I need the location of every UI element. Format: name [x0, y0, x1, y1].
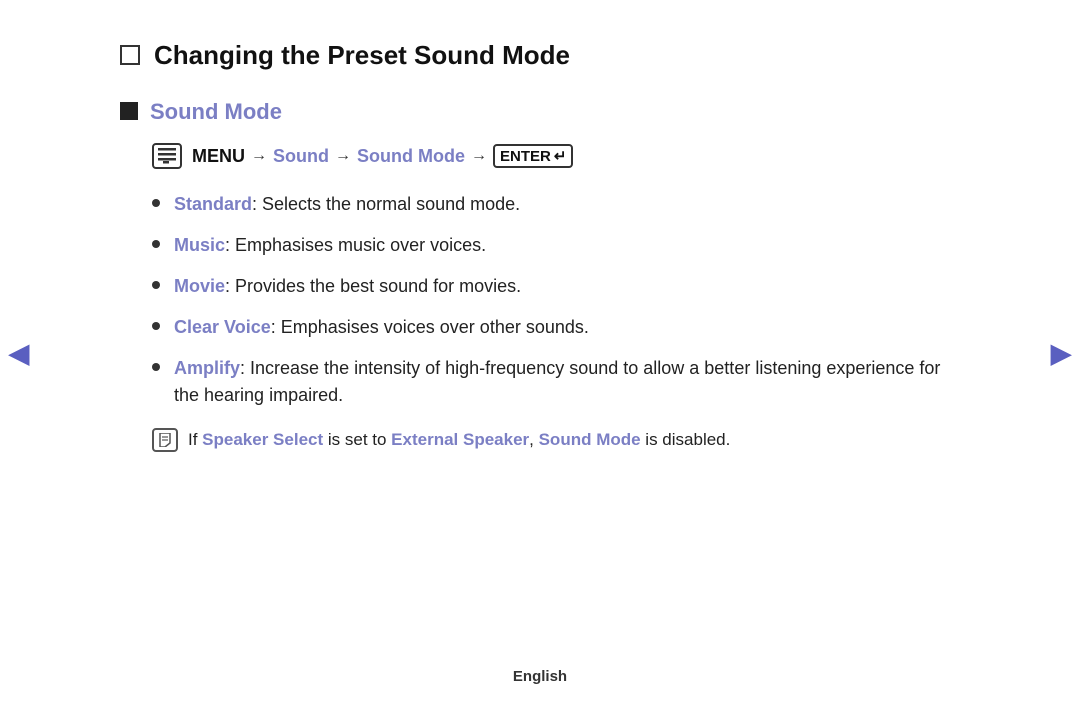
desc-amplify: : Increase the intensity of high-frequen… [174, 358, 940, 405]
note-text-middle: is set to [323, 430, 391, 449]
bullet-list: Standard: Selects the normal sound mode.… [152, 191, 960, 409]
menu-icon [152, 143, 182, 169]
section-title-text: Sound Mode [150, 99, 282, 125]
main-title-text: Changing the Preset Sound Mode [154, 40, 570, 71]
term-movie: Movie [174, 276, 225, 296]
enter-label: ENTER [500, 148, 551, 165]
bullet-dot [152, 322, 160, 330]
list-item: Music: Emphasises music over voices. [152, 232, 960, 259]
main-title: Changing the Preset Sound Mode [120, 40, 960, 71]
nav-arrow-left[interactable]: ◀ [8, 336, 30, 369]
note-text-comma: , [529, 430, 538, 449]
note-line: If Speaker Select is set to External Spe… [152, 427, 960, 453]
checkbox-icon [120, 45, 140, 65]
bullet-dot [152, 199, 160, 207]
note-speaker-select: Speaker Select [202, 430, 323, 449]
enter-return-symbol: ↵ [554, 147, 567, 165]
black-square-icon [120, 102, 138, 120]
desc-movie: : Provides the best sound for movies. [225, 276, 521, 296]
note-text: If Speaker Select is set to External Spe… [188, 427, 730, 453]
list-item-text: Movie: Provides the best sound for movie… [174, 273, 521, 300]
arrow-3: → [471, 147, 487, 165]
list-item: Movie: Provides the best sound for movie… [152, 273, 960, 300]
desc-standard: : Selects the normal sound mode. [252, 194, 520, 214]
arrow-1: → [251, 147, 267, 165]
desc-clear-voice: : Emphasises voices over other sounds. [271, 317, 589, 337]
page-content: Changing the Preset Sound Mode Sound Mod… [40, 0, 1040, 493]
nav-arrow-right[interactable]: ▶ [1050, 336, 1072, 369]
note-external-speaker: External Speaker [391, 430, 529, 449]
bullet-dot [152, 281, 160, 289]
footer-text: English [513, 668, 567, 685]
list-item: Clear Voice: Emphasises voices over othe… [152, 314, 960, 341]
sound-mode-link: Sound Mode [357, 146, 465, 167]
menu-label: MENU [192, 146, 245, 167]
bullet-dot [152, 363, 160, 371]
section-title: Sound Mode [120, 99, 960, 125]
arrow-2: → [335, 147, 351, 165]
sound-link: Sound [273, 146, 329, 167]
note-icon [152, 428, 178, 452]
term-clear-voice: Clear Voice [174, 317, 271, 337]
list-item-text: Music: Emphasises music over voices. [174, 232, 486, 259]
enter-icon: ENTER ↵ [493, 144, 573, 168]
note-text-after: is disabled. [641, 430, 731, 449]
desc-music: : Emphasises music over voices. [225, 235, 486, 255]
bullet-dot [152, 240, 160, 248]
list-item-text: Clear Voice: Emphasises voices over othe… [174, 314, 589, 341]
term-standard: Standard [174, 194, 252, 214]
list-item: Standard: Selects the normal sound mode. [152, 191, 960, 218]
footer: English [0, 668, 1080, 685]
list-item-text: Standard: Selects the normal sound mode. [174, 191, 520, 218]
list-item-text: Amplify: Increase the intensity of high-… [174, 355, 960, 409]
term-amplify: Amplify [174, 358, 240, 378]
term-music: Music [174, 235, 225, 255]
menu-line: MENU → Sound → Sound Mode → ENTER ↵ [152, 143, 960, 169]
list-item: Amplify: Increase the intensity of high-… [152, 355, 960, 409]
note-sound-mode: Sound Mode [539, 430, 641, 449]
note-text-before: If [188, 430, 202, 449]
